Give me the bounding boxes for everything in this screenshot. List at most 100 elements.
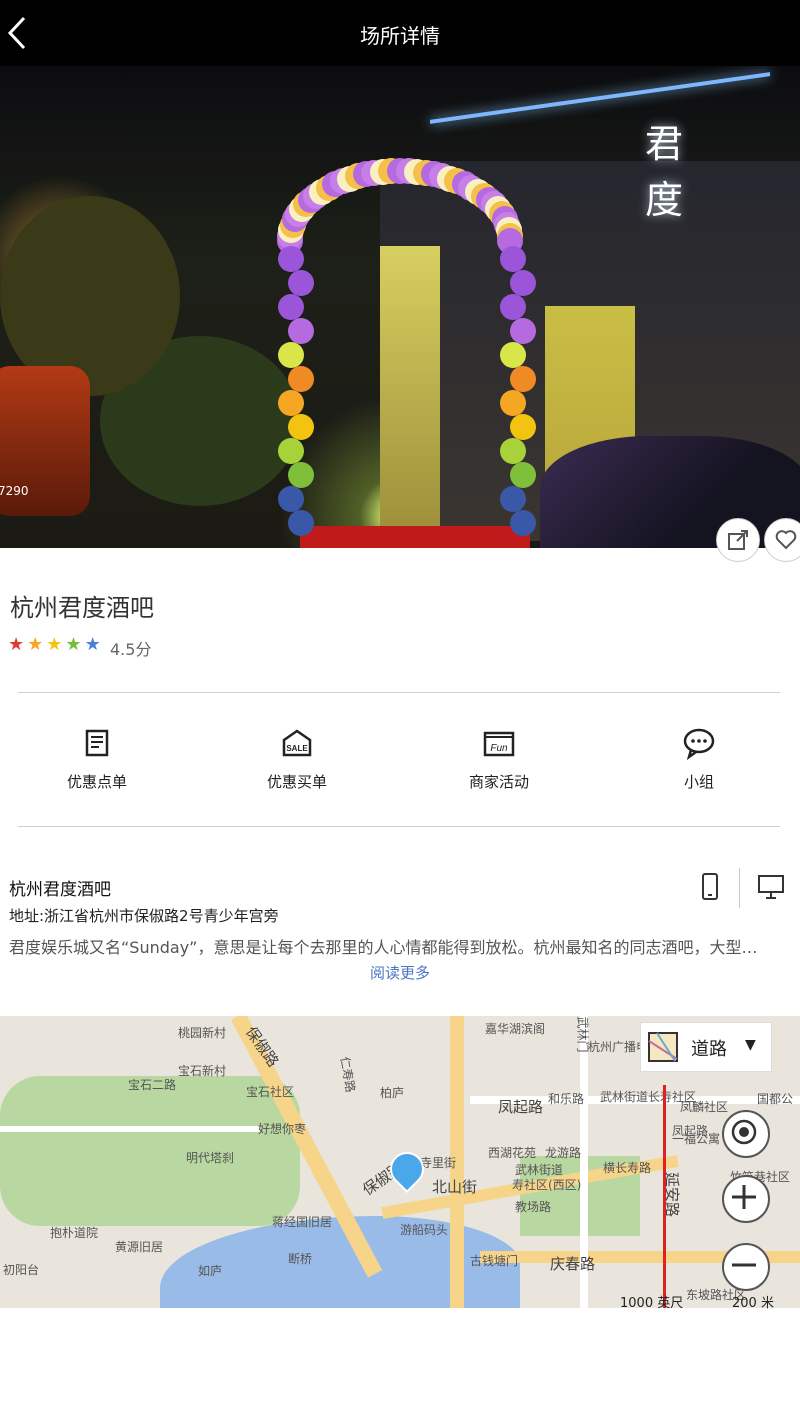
map-label: 仁寿路 bbox=[337, 1055, 358, 1094]
map-label: 游船码头 bbox=[400, 1223, 449, 1237]
balloon bbox=[288, 318, 314, 344]
map-layer-icon bbox=[648, 1032, 678, 1062]
venue-sign: 君度 bbox=[644, 122, 683, 222]
balloon bbox=[500, 342, 526, 368]
star-icon: ★ bbox=[27, 634, 47, 655]
info-description: 君度娱乐城又名“Sunday”，意思是让每个去那里的人心情都能得到放松。杭州最知… bbox=[9, 938, 758, 957]
desktop-icon[interactable] bbox=[756, 872, 786, 902]
balloon bbox=[500, 294, 526, 320]
map-label: 嘉华湖滨阁 bbox=[485, 1022, 546, 1036]
map-label: 明代塔刹 bbox=[186, 1151, 235, 1165]
action-discount-pay[interactable]: SALE 优惠买单 bbox=[227, 725, 367, 792]
read-more-link[interactable]: 阅读更多 bbox=[0, 962, 800, 983]
separator bbox=[739, 868, 740, 908]
map-label: 断桥 bbox=[288, 1252, 313, 1266]
share-button[interactable] bbox=[716, 518, 760, 562]
map-label: 宝石新村 bbox=[178, 1064, 227, 1078]
plus-icon bbox=[732, 1185, 756, 1209]
balloon bbox=[500, 246, 526, 272]
map-scale-feet: 1000 英尺 bbox=[620, 1296, 684, 1311]
door-panel bbox=[380, 246, 440, 536]
tarp bbox=[540, 436, 800, 548]
phone-icon[interactable] bbox=[698, 872, 722, 902]
license-plate: 7290 bbox=[0, 484, 29, 498]
zoom-out-button[interactable] bbox=[722, 1243, 770, 1291]
balloon bbox=[510, 414, 536, 440]
map-label: 庆春路 bbox=[550, 1255, 596, 1273]
balloon bbox=[510, 510, 536, 536]
balloon bbox=[500, 486, 526, 512]
chat-group-icon bbox=[683, 728, 715, 761]
fun-calendar-icon: Fun bbox=[483, 731, 515, 757]
zoom-in-button[interactable] bbox=[722, 1175, 770, 1223]
top-bar: 场所详情 bbox=[0, 0, 800, 66]
info-venue-name: 杭州君度酒吧 bbox=[9, 880, 111, 900]
balloon bbox=[510, 366, 536, 392]
map-label: 凤起路 bbox=[498, 1098, 544, 1116]
venue-photo[interactable]: 君度 7290 bbox=[0, 66, 800, 548]
minus-icon bbox=[732, 1263, 756, 1267]
red-carpet bbox=[300, 526, 530, 548]
balloon bbox=[278, 390, 304, 416]
action-label: 优惠买单 bbox=[266, 773, 327, 791]
map-label: 蒋经国旧居 bbox=[272, 1215, 333, 1229]
favorite-button[interactable] bbox=[764, 518, 800, 562]
star-icon: ★ bbox=[8, 634, 28, 655]
star-icon: ★ bbox=[46, 634, 66, 655]
balloon bbox=[288, 462, 314, 488]
map-label: 桃园新村 bbox=[178, 1026, 227, 1040]
balloon bbox=[288, 270, 314, 296]
map-label: 凤麟社区 bbox=[680, 1100, 729, 1114]
map-label: 古钱塘门 bbox=[470, 1254, 519, 1268]
sale-tag-icon: SALE bbox=[282, 729, 312, 757]
neon-strip bbox=[430, 72, 770, 124]
page-title: 场所详情 bbox=[360, 24, 440, 48]
balloon bbox=[510, 318, 536, 344]
action-group[interactable]: 小组 bbox=[629, 725, 769, 792]
map-layer-label: 道路 bbox=[691, 1039, 727, 1060]
action-label: 商家活动 bbox=[468, 773, 529, 791]
map-label: 初阳台 bbox=[3, 1263, 40, 1277]
balloon bbox=[288, 510, 314, 536]
star-icon: ★ bbox=[84, 634, 104, 655]
map-label: 好想你枣 bbox=[258, 1122, 307, 1136]
chevron-down-icon: ▼ bbox=[745, 1037, 756, 1053]
map-layer-selector[interactable]: 道路 ▼ bbox=[640, 1022, 772, 1072]
divider bbox=[18, 692, 780, 693]
star-icon: ★ bbox=[65, 634, 85, 655]
map-scale-meters: 200 米 bbox=[732, 1296, 774, 1311]
balloon bbox=[278, 486, 304, 512]
map-label: 抱朴道院 bbox=[50, 1226, 99, 1240]
venue-name: 杭州君度酒吧 bbox=[10, 594, 154, 622]
balloon bbox=[278, 246, 304, 272]
map-label: 寿社区(西区) bbox=[512, 1178, 582, 1192]
map-label: 如庐 bbox=[198, 1264, 223, 1278]
action-merchant-events[interactable]: Fun 商家活动 bbox=[429, 725, 569, 792]
map-label: 和乐路 bbox=[548, 1092, 585, 1106]
locate-button[interactable] bbox=[722, 1110, 770, 1158]
rating-stars: ★★★★★ bbox=[8, 634, 104, 655]
map-label: 一福公寓 bbox=[672, 1132, 721, 1146]
balloon bbox=[288, 414, 314, 440]
balloon bbox=[288, 366, 314, 392]
map-label: 教场路 bbox=[515, 1200, 552, 1214]
info-address: 地址:浙江省杭州市保俶路2号青少年宫旁 bbox=[9, 907, 279, 925]
map-label: 柏庐 bbox=[380, 1086, 405, 1100]
share-icon bbox=[728, 530, 748, 550]
balloon bbox=[510, 462, 536, 488]
divider bbox=[18, 826, 780, 827]
map-label: 西湖花苑 bbox=[488, 1146, 537, 1160]
map-label: 龙游路 bbox=[545, 1146, 582, 1160]
map-label: 横长寿路 bbox=[603, 1161, 652, 1175]
action-discount-order[interactable]: 优惠点单 bbox=[27, 725, 167, 792]
map-label: 黄源旧居 bbox=[115, 1240, 164, 1254]
balloon bbox=[278, 342, 304, 368]
menu-doc-icon bbox=[85, 729, 109, 757]
svg-text:Fun: Fun bbox=[490, 743, 508, 754]
car: 7290 bbox=[0, 366, 90, 516]
balloon bbox=[500, 390, 526, 416]
balloon bbox=[278, 438, 304, 464]
map-label: 寺里街 bbox=[420, 1156, 457, 1170]
metro-line bbox=[663, 1085, 666, 1308]
rating-score: 4.5分 bbox=[110, 640, 152, 659]
